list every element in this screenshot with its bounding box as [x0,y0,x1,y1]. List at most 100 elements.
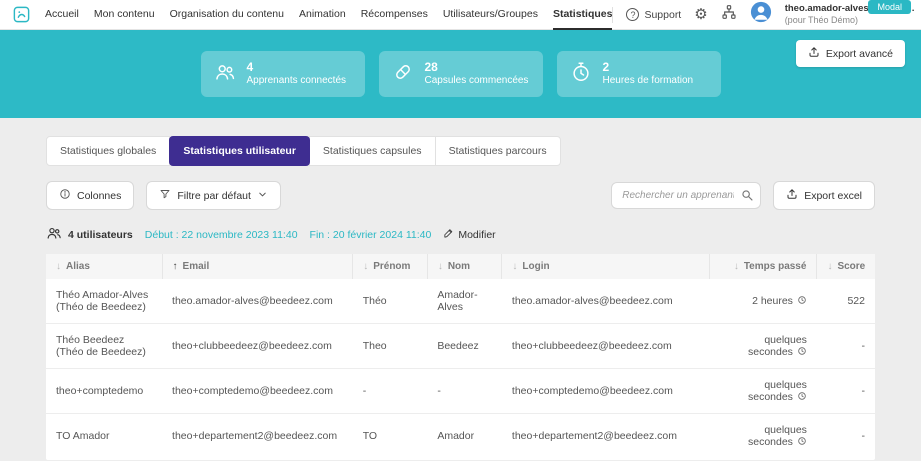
table-cell: theo.amador-alves@beedeez.com [162,279,353,324]
table-row[interactable]: Théo Beedeez (Théo de Beedeez)theo+clubb… [46,324,875,369]
sort-desc-icon: ↓ [734,261,739,272]
table-cell: - [817,414,875,459]
table-cell: Théo [353,279,428,324]
stat-value: 2 [603,60,694,75]
column-label: Score [837,261,865,272]
table-header-row: ↓Alias ↑ Email ↓ Prénom ↓ Nom ↓Login↓Temps pass… [46,254,875,279]
column-header[interactable]: ↓Score [817,254,875,279]
nav-item-mon-contenu[interactable]: Mon contenu [94,0,155,30]
columns-button[interactable]: Colonnes [46,181,134,210]
table-cell: TO Amador [46,414,162,459]
table-cell: Amador [427,414,502,459]
table-cell: quelques secondes [709,414,817,459]
help-icon: ? [626,8,639,21]
table-cell: quelques secondes [709,324,817,369]
table-cell: - [817,369,875,414]
export-excel-button[interactable]: Export excel [773,181,875,210]
table-cell: theo+departement2@beedeez.com [162,414,353,459]
nav-item-statistiques[interactable]: Statistiques [553,0,613,30]
tab-statistiques-globales[interactable]: Statistiques globales [46,136,170,166]
users-icon [46,225,62,244]
support-button[interactable]: ? Support [626,8,681,21]
sort-desc-icon: ↓ [438,261,443,272]
end-date: Fin : 20 février 2024 11:40 [310,229,432,241]
settings-gear-icon[interactable]: ⚙ [694,7,707,22]
tab-statistiques-utilisateur[interactable]: Statistiques utilisateur [169,136,310,166]
column-label: Nom [448,261,470,272]
users-count: 4 utilisateurs [46,225,133,244]
table-row[interactable]: theo+comptedemotheo+comptedemo@beedeez.c… [46,369,875,414]
stat-label: Apprenants connectés [247,75,347,88]
org-switcher-icon[interactable] [721,4,737,25]
stat-label: Capsules commencées [425,75,529,88]
table-toolbar: Colonnes Filtre par défaut [46,181,875,210]
top-navbar: Accueil Mon contenu Organisation du conten… [0,0,921,30]
stat-card-capsules: 28 Capsules commencées [379,51,543,97]
column-label: Email [183,261,210,272]
stats-tabs: Statistiques globalesStatistiques utilis… [46,136,875,166]
user-context: (pour Théo Démo) [785,15,920,26]
stopwatch-icon [797,391,807,401]
table-cell: theo+comptedemo [46,369,162,414]
sort-desc-icon: ↓ [512,261,517,272]
modify-dates-button[interactable]: Modifier [443,228,495,242]
users-count-label: 4 utilisateurs [68,229,133,241]
table-cell: theo+clubbeedeez@beedeez.com [502,324,709,369]
table-cell: Théo Amador-Alves (Théo de Beedeez) [46,279,162,324]
table-cell: - [427,369,502,414]
column-header[interactable]: ↑ Email [162,254,353,279]
nav-item-accueil[interactable]: Accueil [45,0,79,30]
stopwatch-icon [797,346,807,356]
beedeez-logo-icon[interactable] [12,5,31,24]
modal-badge: Modal [868,0,911,14]
table-body: Théo Amador-Alves (Théo de Beedeez)theo.… [46,279,875,458]
stopwatch-icon [797,436,807,446]
filter-funnel-icon [159,188,171,203]
table-cell: theo+comptedemo@beedeez.com [162,369,353,414]
nav-item-r-compenses[interactable]: Récompenses [361,0,428,30]
table-cell: - [353,369,428,414]
start-date: Début : 22 novembre 2023 11:40 [145,229,298,241]
table-cell: theo.amador-alves@beedeez.com [502,279,709,324]
table-cell: Amador-Alves [427,279,502,324]
search-input[interactable] [611,182,761,209]
column-label: Prénom [373,261,410,272]
main-content: Statistiques globalesStatistiques utilis… [0,136,921,460]
stat-value: 4 [247,60,347,75]
stat-label: Heures de formation [603,75,694,88]
chevron-down-icon [257,189,268,203]
nav-item-animation[interactable]: Animation [299,0,346,30]
nav-item-organisation-du-contenu[interactable]: Organisation du contenu [170,0,284,30]
user-avatar[interactable] [750,1,772,28]
column-header[interactable]: ↓Login [502,254,709,279]
export-advanced-button[interactable]: Export avancé [796,40,905,67]
tab-statistiques-capsules[interactable]: Statistiques capsules [309,136,436,166]
search-box [611,182,761,209]
sort-desc-icon: ↓ [56,261,61,272]
sort-asc-icon: ↑ [173,261,178,272]
table-cell: theo+comptedemo@beedeez.com [502,369,709,414]
table-cell: - [817,324,875,369]
stat-value: 28 [425,60,529,75]
nav-item-utilisateurs-groupes[interactable]: Utilisateurs/Groupes [443,0,538,30]
main-nav: Accueil Mon contenu Organisation du conten… [45,0,612,30]
table-row[interactable]: TO Amadortheo+departement2@beedeez.comTO… [46,414,875,459]
table-cell: Beedeez [427,324,502,369]
table-cell: TO [353,414,428,459]
column-header[interactable]: ↓ Nom [427,254,502,279]
capsule-icon [392,61,414,88]
column-header[interactable]: ↓Alias [46,254,162,279]
stat-card-hours: 2 Heures de formation [557,51,721,97]
export-advanced-label: Export avancé [826,48,893,60]
table-row[interactable]: Théo Amador-Alves (Théo de Beedeez)theo.… [46,279,875,324]
table-cell: 522 [817,279,875,324]
column-header[interactable]: ↓Temps passé [709,254,817,279]
filter-button[interactable]: Filtre par défaut [146,181,281,210]
upload-icon [808,46,820,61]
column-header[interactable]: ↓ Prénom [353,254,428,279]
stat-card-learners: 4 Apprenants connectés [201,51,365,97]
sort-desc-icon: ↓ [363,261,368,272]
support-label: Support [644,9,681,21]
columns-label: Colonnes [77,190,121,202]
tab-statistiques-parcours[interactable]: Statistiques parcours [435,136,561,166]
